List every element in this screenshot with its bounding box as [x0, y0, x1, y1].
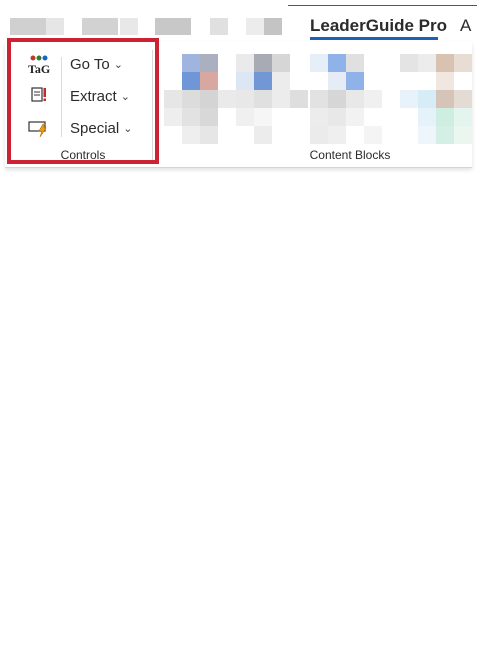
content-block-item[interactable]	[310, 126, 328, 144]
blurred-tab[interactable]	[246, 18, 264, 35]
content-block-item[interactable]	[254, 90, 272, 108]
content-block-item[interactable]	[400, 90, 418, 108]
content-block-item[interactable]	[182, 54, 200, 72]
content-block-item[interactable]	[418, 54, 436, 72]
tab-top-line	[288, 5, 477, 6]
blurred-tab[interactable]	[46, 18, 64, 35]
content-block-item[interactable]	[236, 54, 254, 72]
content-block-item[interactable]	[418, 90, 436, 108]
content-block-item[interactable]	[454, 54, 472, 72]
content-block-item[interactable]	[310, 54, 328, 72]
content-block-item[interactable]	[236, 72, 254, 90]
content-block-item[interactable]	[346, 90, 364, 108]
content-block-item[interactable]	[418, 126, 436, 144]
blurred-tab[interactable]	[264, 18, 282, 35]
content-blocks-group-label: Content Blocks	[309, 148, 391, 162]
blurred-tab[interactable]	[10, 18, 46, 35]
content-block-item[interactable]	[200, 126, 218, 144]
content-block-item[interactable]	[418, 108, 436, 126]
content-block-item[interactable]	[200, 90, 218, 108]
content-block-item[interactable]	[436, 126, 454, 144]
content-block-item[interactable]	[364, 90, 382, 108]
content-block-item[interactable]	[436, 54, 454, 72]
active-tab-indicator	[310, 37, 438, 40]
blurred-tab[interactable]	[120, 18, 138, 35]
content-block-item[interactable]	[328, 72, 346, 90]
content-block-item[interactable]	[164, 90, 182, 108]
ribbon-tab-bar: LeaderGuide Pro A	[0, 0, 477, 42]
tab-next[interactable]: A	[460, 14, 471, 38]
content-block-item[interactable]	[454, 90, 472, 108]
content-block-item[interactable]	[328, 126, 346, 144]
content-block-item[interactable]	[328, 54, 346, 72]
controls-highlight-box	[7, 38, 159, 164]
content-block-item[interactable]	[182, 90, 200, 108]
content-block-item[interactable]	[310, 108, 328, 126]
blurred-tab[interactable]	[82, 18, 118, 35]
content-block-item[interactable]	[254, 126, 272, 144]
content-block-item[interactable]	[182, 72, 200, 90]
content-block-item[interactable]	[328, 90, 346, 108]
content-block-item[interactable]	[182, 126, 200, 144]
content-block-item[interactable]	[346, 72, 364, 90]
content-block-item[interactable]	[182, 108, 200, 126]
content-block-item[interactable]	[436, 90, 454, 108]
content-block-item[interactable]	[436, 108, 454, 126]
content-block-item[interactable]	[236, 108, 254, 126]
content-block-item[interactable]	[200, 72, 218, 90]
content-block-item[interactable]	[454, 126, 472, 144]
content-block-item[interactable]	[254, 108, 272, 126]
content-block-item[interactable]	[310, 90, 328, 108]
content-block-item[interactable]	[346, 54, 364, 72]
content-block-item[interactable]	[272, 54, 290, 72]
content-block-item[interactable]	[218, 90, 236, 108]
content-block-item[interactable]	[272, 72, 290, 90]
content-block-item[interactable]	[328, 108, 346, 126]
content-block-item[interactable]	[254, 72, 272, 90]
content-block-item[interactable]	[236, 90, 254, 108]
content-block-item[interactable]	[200, 54, 218, 72]
blurred-tab[interactable]	[210, 18, 228, 35]
content-block-item[interactable]	[290, 90, 308, 108]
content-block-item[interactable]	[272, 90, 290, 108]
content-block-item[interactable]	[200, 108, 218, 126]
content-block-item[interactable]	[254, 54, 272, 72]
blurred-tab[interactable]	[155, 18, 191, 35]
content-block-item[interactable]	[436, 72, 454, 90]
content-block-item[interactable]	[400, 54, 418, 72]
content-block-item[interactable]	[454, 108, 472, 126]
content-block-item[interactable]	[164, 108, 182, 126]
content-block-item[interactable]	[364, 126, 382, 144]
content-block-item[interactable]	[346, 108, 364, 126]
